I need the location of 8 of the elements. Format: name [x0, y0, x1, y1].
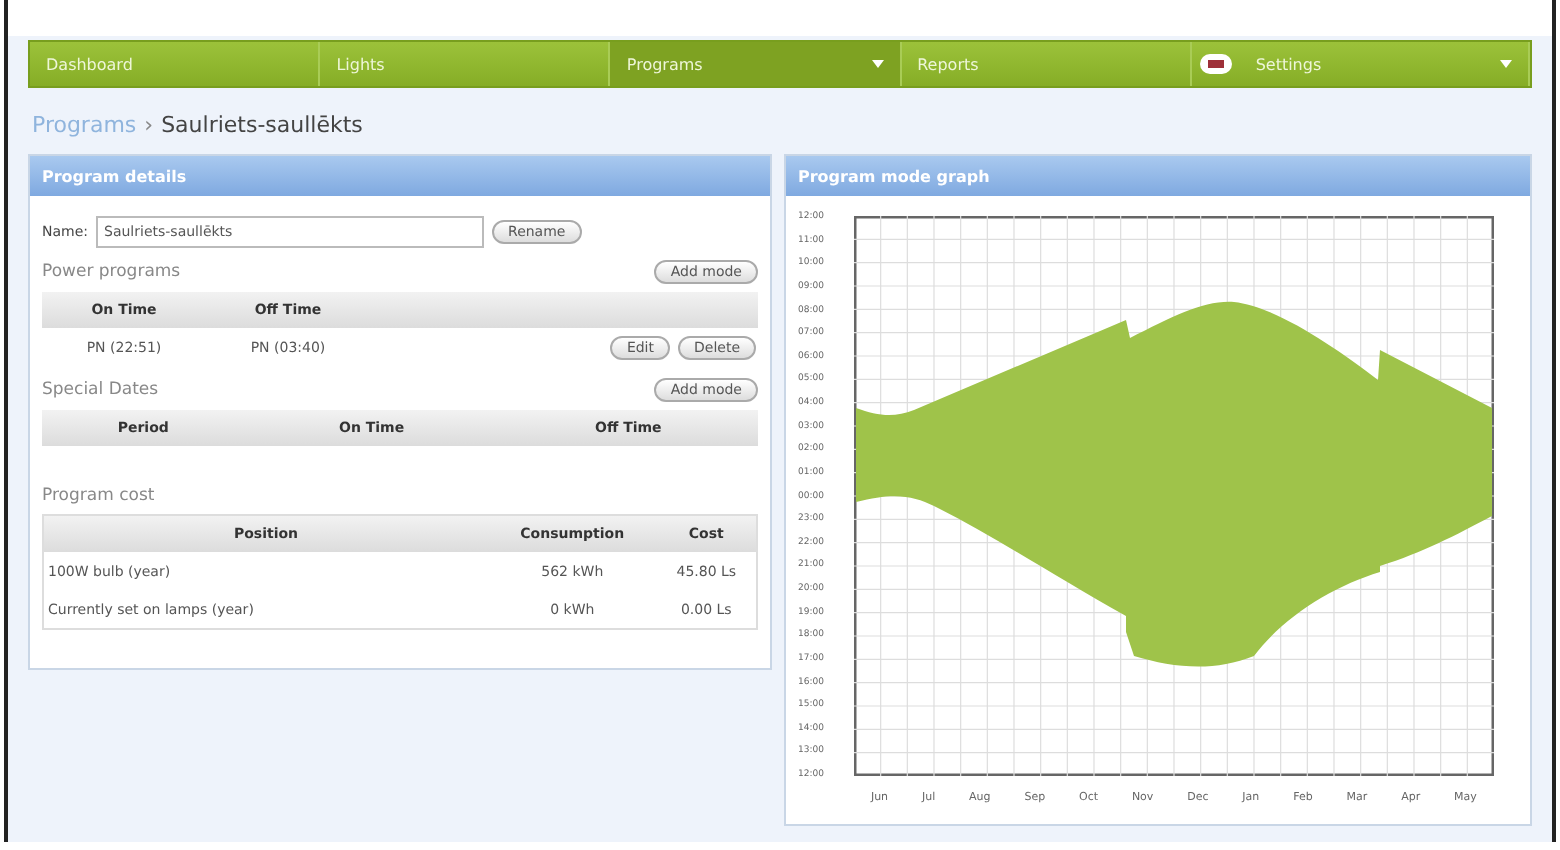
flag-icon[interactable]	[1199, 54, 1232, 74]
section-title: Power programs	[42, 262, 181, 282]
section-title: Special Dates	[42, 380, 159, 400]
breadcrumb-separator: ›	[144, 112, 154, 138]
panel-header: Program details	[30, 156, 770, 196]
section-title: Program cost	[42, 486, 155, 506]
page-title: Saulriets-saullēkts	[161, 112, 363, 138]
panel-header: Program mode graph	[786, 156, 1530, 196]
